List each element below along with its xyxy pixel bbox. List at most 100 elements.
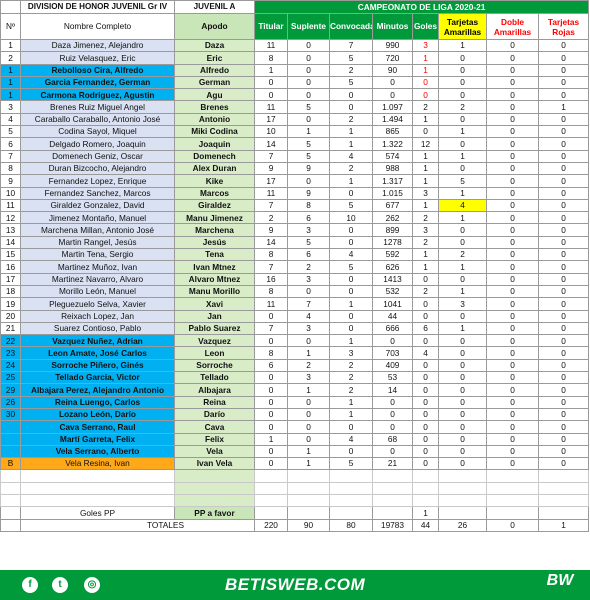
stat-suplente: 5 (287, 149, 330, 163)
table-row: Cava Serrano, Raul Cava 0 0 0 0 0 0 0 0 (0, 420, 590, 434)
stat-amarillas: 0 (438, 420, 487, 434)
stat-convocada: 4 (329, 248, 373, 262)
stat-suplente: 0 (287, 51, 330, 65)
player-apodo: Leon (174, 346, 255, 360)
table-row: 21 Suarez Contioso, Pablo Pablo Suarez 7 3 0 6… (0, 321, 590, 336)
player-apodo: Vazquez (174, 334, 255, 348)
stat-goles: 2 (412, 284, 439, 299)
stat-convocada: 2 (329, 371, 373, 385)
stat-minutos: 0 (372, 334, 413, 348)
player-name: Rebolloso Cira, Alfredo (20, 63, 175, 77)
stat-suplente: 5 (287, 137, 330, 151)
stat-goles: 1 (412, 260, 439, 274)
stat-suplente: 0 (287, 88, 330, 102)
stat-titular: 6 (254, 358, 288, 373)
stat-suplente: 1 (287, 457, 330, 471)
stat-minutos: 703 (372, 346, 413, 360)
stat-titular: 8 (254, 248, 288, 262)
player-name: Caraballo Caraballo, Antonio José (20, 112, 175, 127)
table-row: 17 Martinez Navarro, Alvaro Alvaro Mtnez 16… (0, 272, 590, 286)
player-apodo: Xavi (174, 297, 255, 311)
stat-goles: 1 (412, 149, 439, 163)
player-number: 30 (0, 407, 21, 422)
player-apodo: Alvaro Mtnez (174, 272, 255, 286)
player-apodo: Marcos (174, 186, 255, 200)
stat-minutos: 14 (372, 383, 413, 397)
player-apodo: Jan (174, 309, 255, 323)
stat-convocada: 10 (329, 211, 373, 225)
stat-amarillas: 0 (438, 88, 487, 102)
stat-suplente: 0 (287, 334, 330, 348)
player-name: Carmona Rodriguez, Agustin (20, 88, 175, 102)
player-number: 21 (0, 321, 21, 336)
player-name: Garcia Fernandez, German (20, 75, 175, 90)
stat-doble-amarillas: 0 (486, 88, 539, 102)
table-row: 5 Codina Sayol, Miquel Miki Codina 10 1 1 865 0… (0, 125, 590, 139)
stat-convocada: 0 (329, 284, 373, 299)
stat-doble-amarillas: 0 (486, 100, 539, 114)
stat-titular: 1 (254, 63, 288, 77)
player-number: 7 (0, 149, 21, 163)
player-number: 25 (0, 371, 21, 385)
stat-doble-amarillas: 0 (486, 383, 539, 397)
table-row: 19 Pleguezuelo Selva, Xavier Xavi 11 7 1 1041 0… (0, 297, 590, 311)
total-rojas: 1 (537, 518, 590, 532)
player-name: Jimenez Montaño, Manuel (20, 211, 175, 225)
player-name: Delgado Romero, Joaquin (20, 137, 175, 151)
stat-suplente: 7 (287, 297, 330, 311)
player-number: 1 (0, 75, 21, 90)
facebook-icon[interactable]: f (22, 577, 38, 593)
stat-minutos: 0 (372, 75, 413, 90)
stat-convocada: 5 (329, 457, 373, 471)
stat-doble-amarillas: 0 (486, 358, 539, 373)
player-number: 18 (0, 284, 21, 299)
stat-amarillas: 1 (438, 38, 487, 53)
player-number: 3 (0, 100, 21, 114)
stat-suplente: 1 (287, 125, 330, 139)
stat-convocada: 0 (329, 223, 373, 237)
table-row: 14 Martin Rangel, Jesús Jesús 14 5 0 1278 2 0 0 0 (0, 235, 590, 250)
player-name: Marchena Millan, Antonio José (20, 223, 175, 237)
stat-doble-amarillas: 0 (486, 125, 539, 139)
stat-goles: 3 (412, 38, 439, 53)
instagram-icon[interactable]: ◎ (84, 577, 100, 593)
table-row: 10 Fernandez Sanchez, Marcos Marcos 11 9 0 1.0… (0, 186, 590, 200)
stat-doble-amarillas: 0 (486, 149, 539, 163)
player-apodo: Tena (174, 248, 255, 262)
stat-amarillas: 1 (438, 260, 487, 274)
stat-convocada: 0 (329, 100, 373, 114)
stat-convocada: 0 (329, 321, 373, 336)
stat-doble-amarillas: 0 (486, 334, 539, 348)
stat-goles: 3 (412, 223, 439, 237)
player-name: Vela Serrano, Alberto (20, 444, 175, 459)
stat-amarillas: 0 (438, 383, 487, 397)
player-name: Martin Tena, Sergio (20, 248, 175, 262)
stat-rojas: 0 (537, 321, 590, 336)
stat-minutos: 626 (372, 260, 413, 274)
player-number: 4 (0, 112, 21, 127)
player-apodo: Manu Morillo (174, 284, 255, 299)
col-header-goles: Goles (412, 13, 439, 40)
twitter-icon[interactable]: t (52, 577, 68, 593)
player-apodo: Giraldez (174, 198, 255, 213)
stat-amarillas: 0 (438, 395, 487, 409)
player-number: 14 (0, 235, 21, 250)
player-name: Vela Resina, Ivan (20, 457, 175, 471)
player-number: 29 (0, 383, 21, 397)
stat-amarillas: 1 (438, 186, 487, 200)
stat-convocada: 1 (329, 297, 373, 311)
stat-suplente: 4 (287, 309, 330, 323)
col-header-amarillas: Tarjetas Amarillas (438, 13, 487, 40)
player-number: 8 (0, 161, 21, 176)
stat-doble-amarillas: 0 (486, 137, 539, 151)
summary-body: Goles PP PP a favor 1 TOTALES 220 90 80 … (0, 469, 590, 532)
player-apodo: Brenes (174, 100, 255, 114)
stat-doble-amarillas: 0 (486, 235, 539, 250)
stat-goles: 1 (412, 174, 439, 188)
stat-convocada: 2 (329, 63, 373, 77)
stat-doble-amarillas: 0 (486, 248, 539, 262)
col-header-minutos: Minutos (372, 13, 413, 40)
stat-rojas: 0 (537, 174, 590, 188)
stat-rojas: 0 (537, 272, 590, 286)
table-row: B Vela Resina, Ivan Ivan Vela 0 1 5 21 0 0 0 0 (0, 457, 590, 471)
